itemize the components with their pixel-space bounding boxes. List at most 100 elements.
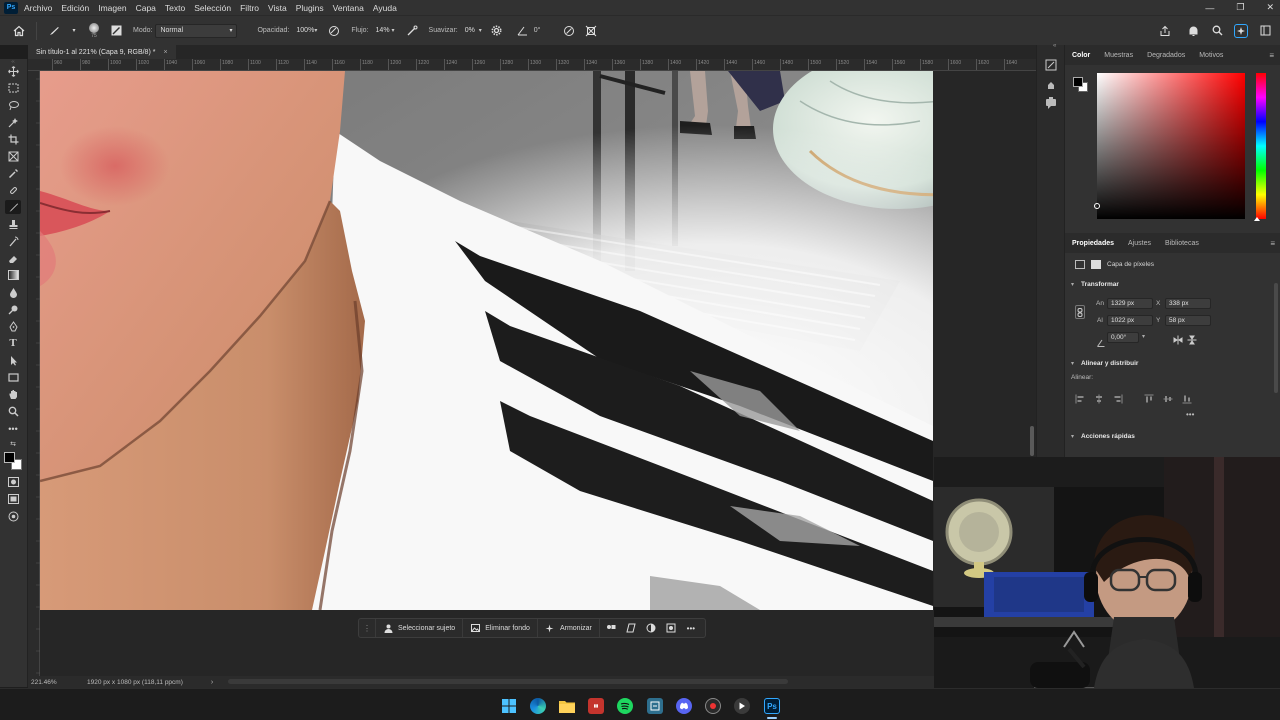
vertical-scrollbar[interactable]: [1030, 426, 1034, 456]
smart-object-icon[interactable]: [666, 623, 676, 633]
tab-color[interactable]: Color: [1065, 52, 1097, 59]
chevron-down-icon[interactable]: ▾: [1071, 281, 1074, 288]
close-icon[interactable]: ✕: [1266, 2, 1274, 13]
more-options-icon[interactable]: •••: [686, 623, 696, 633]
menu-filtro[interactable]: Filtro: [240, 3, 259, 13]
menu-archivo[interactable]: Archivo: [24, 3, 52, 13]
spotify-icon[interactable]: [617, 698, 633, 714]
home-icon[interactable]: [12, 24, 26, 38]
history-icon[interactable]: [1045, 58, 1057, 71]
collapse-panels-icon[interactable]: «: [1053, 43, 1056, 49]
chevron-down-icon[interactable]: ▾: [314, 27, 317, 34]
more-align-icon[interactable]: •••: [1186, 410, 1194, 419]
discover-icon[interactable]: [1234, 23, 1248, 38]
pressure-size-icon[interactable]: [562, 24, 576, 38]
panel-scrollbar[interactable]: [1274, 283, 1278, 393]
blur-tool-icon[interactable]: [5, 285, 21, 299]
menu-ventana[interactable]: Ventana: [333, 3, 364, 13]
pen-tool-icon[interactable]: [5, 319, 21, 333]
chevron-down-icon[interactable]: ▾: [67, 24, 81, 38]
type-tool-icon[interactable]: T: [5, 336, 21, 350]
align-section-title[interactable]: Alinear y distribuir: [1081, 360, 1138, 367]
brush-tool-icon[interactable]: [5, 200, 21, 214]
panel-menu-icon[interactable]: ≡: [1269, 51, 1274, 60]
width-input[interactable]: 1329 px: [1107, 298, 1153, 309]
path-selection-tool-icon[interactable]: [5, 353, 21, 367]
menu-seleccion[interactable]: Selección: [194, 3, 231, 13]
crop-tool-icon[interactable]: [5, 132, 21, 146]
quick-mask-icon[interactable]: [5, 475, 21, 489]
chevron-right-icon[interactable]: ›: [211, 679, 213, 686]
align-left-icon[interactable]: [1075, 391, 1085, 409]
app-square-icon[interactable]: [647, 698, 663, 714]
windows-start-icon[interactable]: [501, 698, 517, 714]
voicemeeter-icon[interactable]: ▮▮: [588, 698, 604, 714]
quick-actions-title[interactable]: Acciones rápidas: [1081, 433, 1135, 440]
marquee-tool-icon[interactable]: [5, 81, 21, 95]
align-top-icon[interactable]: [1144, 391, 1154, 409]
menu-ayuda[interactable]: Ayuda: [373, 3, 397, 13]
tab-adjustments[interactable]: Ajustes: [1121, 240, 1158, 247]
foreground-color-swatch[interactable]: [4, 452, 15, 463]
dodge-tool-icon[interactable]: [5, 302, 21, 316]
color-picker-field[interactable]: [1094, 73, 1245, 219]
frame-tool-icon[interactable]: [5, 149, 21, 163]
panel-menu-icon[interactable]: ≡: [1270, 239, 1275, 248]
hue-slider[interactable]: [1254, 73, 1266, 221]
brush-preset-picker[interactable]: 75: [89, 22, 99, 39]
media-player-icon[interactable]: [734, 698, 750, 714]
flip-horizontal-icon[interactable]: [1173, 332, 1183, 350]
bubble-icon[interactable]: [1045, 98, 1057, 110]
workspace-icon[interactable]: [1258, 24, 1272, 38]
pressure-opacity-icon[interactable]: [327, 24, 341, 38]
zoom-level[interactable]: 221.46%: [31, 679, 81, 686]
menu-texto[interactable]: Texto: [165, 3, 185, 13]
chevron-down-icon[interactable]: ▾: [1142, 333, 1145, 340]
rectangle-tool-icon[interactable]: [5, 370, 21, 384]
eyedropper-tool-icon[interactable]: [5, 166, 21, 180]
photoshop-taskbar-icon[interactable]: Ps: [764, 698, 780, 714]
airbrush-icon[interactable]: [405, 24, 419, 38]
brush-tool-icon[interactable]: [47, 24, 61, 38]
move-tool-icon[interactable]: [5, 64, 21, 78]
menu-capa[interactable]: Capa: [136, 3, 156, 13]
align-center-v-icon[interactable]: [1163, 391, 1173, 409]
obs-record-icon[interactable]: [705, 698, 721, 714]
chevron-down-icon[interactable]: ▾: [1071, 433, 1074, 440]
opacity-input[interactable]: 100%: [292, 24, 314, 38]
tab-libraries[interactable]: Bibliotecas: [1158, 240, 1206, 247]
mode-select[interactable]: Normal ▾: [155, 23, 238, 38]
chevron-down-icon[interactable]: ▾: [1071, 360, 1074, 367]
align-center-h-icon[interactable]: [1094, 391, 1104, 409]
menu-vista[interactable]: Vista: [268, 3, 287, 13]
chevron-down-icon[interactable]: ▾: [479, 27, 482, 34]
more-tools-icon[interactable]: •••: [5, 422, 21, 436]
gear-icon[interactable]: [490, 24, 504, 38]
tab-patterns[interactable]: Motivos: [1192, 52, 1230, 59]
hand-tool-icon[interactable]: [5, 387, 21, 401]
bell-icon[interactable]: [1186, 24, 1200, 38]
screen-mode-icon[interactable]: [5, 492, 21, 506]
document-canvas[interactable]: [40, 71, 933, 610]
gradient-tool-icon[interactable]: [5, 268, 21, 282]
discord-icon[interactable]: [676, 698, 692, 714]
restore-icon[interactable]: ❐: [1236, 2, 1244, 13]
menu-imagen[interactable]: Imagen: [98, 3, 126, 13]
eraser-tool-icon[interactable]: [5, 251, 21, 265]
align-bottom-icon[interactable]: [1182, 391, 1192, 409]
mask-icon[interactable]: [606, 623, 616, 633]
canvas-area[interactable]: [40, 71, 1036, 676]
adjustment-icon[interactable]: [646, 623, 656, 633]
horizontal-scrollbar[interactable]: [228, 679, 788, 684]
smoothing-input[interactable]: 0%: [461, 24, 479, 38]
clone-stamp-tool-icon[interactable]: [5, 217, 21, 231]
remove-background-button[interactable]: Eliminar fondo: [463, 619, 538, 637]
link-dimensions-icon[interactable]: [1075, 305, 1085, 319]
edge-icon[interactable]: [530, 698, 546, 714]
healing-brush-tool-icon[interactable]: [5, 183, 21, 197]
chevron-down-icon[interactable]: ▾: [392, 27, 395, 34]
angle-value[interactable]: 0°: [534, 27, 541, 34]
harmonize-button[interactable]: Armonizar: [538, 619, 600, 637]
drag-handle-icon[interactable]: ⋮: [359, 619, 376, 637]
tab-swatches[interactable]: Muestras: [1097, 52, 1140, 59]
